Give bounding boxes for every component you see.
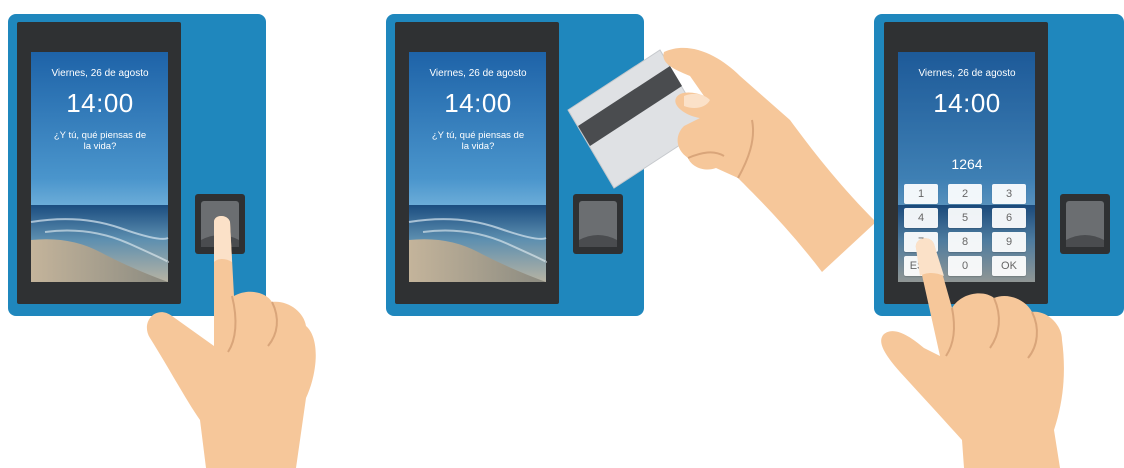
key-3[interactable]: 3 [992, 184, 1026, 204]
magnetic-card-icon[interactable] [567, 49, 707, 189]
screen-bezel [17, 22, 181, 304]
screen-quote: ¿Y tú, qué piensas de la vida? [53, 130, 147, 152]
terminal-body [8, 14, 266, 316]
key-6[interactable]: 6 [992, 208, 1026, 228]
key-esc[interactable]: ESC [904, 256, 938, 276]
display [408, 52, 548, 282]
card-hand-icon [663, 47, 876, 272]
key-8[interactable]: 8 [948, 232, 982, 252]
fingerprint-reader-icon[interactable] [573, 194, 623, 254]
display [30, 52, 170, 282]
key-1[interactable]: 1 [904, 184, 938, 204]
key-ok[interactable]: OK [992, 256, 1026, 276]
fingerprint-reader-icon[interactable] [1060, 194, 1110, 254]
terminal-body [386, 14, 644, 316]
screen-date: Viernes, 26 de agosto [51, 68, 149, 79]
screen-time: 14:00 [66, 88, 134, 118]
panel-pin: Viernes, 26 de agosto 14:00 1264 1 2 3 4… [0, 0, 1124, 468]
key-0[interactable]: 0 [948, 256, 982, 276]
key-9[interactable]: 9 [992, 232, 1026, 252]
key-2[interactable]: 2 [948, 184, 982, 204]
pin-display: 1264 [951, 156, 983, 172]
key-4[interactable]: 4 [904, 208, 938, 228]
screen-bezel [395, 22, 559, 304]
screen-time: 14:00 [933, 88, 1001, 118]
fingerprint-reader-icon[interactable] [195, 194, 245, 254]
screen-time: 14:00 [444, 88, 512, 118]
screen-date: Viernes, 26 de agosto [429, 68, 527, 79]
key-7[interactable]: 7 [904, 232, 938, 252]
key-5[interactable]: 5 [948, 208, 982, 228]
screen-date: Viernes, 26 de agosto [918, 68, 1016, 79]
screen-quote: ¿Y tú, qué piensas de la vida? [431, 130, 525, 152]
pointing-hand-icon [146, 216, 316, 468]
